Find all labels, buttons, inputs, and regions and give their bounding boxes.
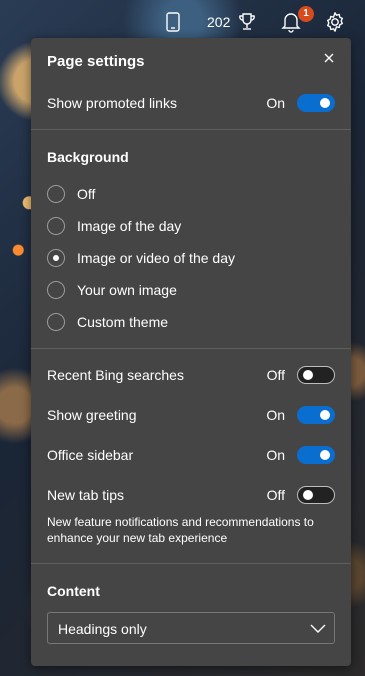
notification-badge: 1 [298, 6, 314, 22]
radio-label: Image of the day [77, 218, 182, 234]
panel-title: Page settings [47, 53, 145, 70]
recent-bing-searches-label: Recent Bing searches [47, 367, 184, 383]
recent-bing-searches-row: Recent Bing searches Off [47, 363, 335, 387]
radio-label: Image or video of the day [77, 250, 235, 266]
office-sidebar-label: Office sidebar [47, 447, 134, 463]
phone-icon[interactable] [166, 12, 180, 32]
background-option-custom-theme[interactable]: Custom theme [47, 313, 297, 335]
toggle-knob [303, 490, 313, 500]
rewards-points[interactable]: 202 [207, 14, 230, 30]
divider [31, 348, 351, 349]
office-sidebar-toggle[interactable] [297, 446, 335, 464]
background-option-image-or-video[interactable]: Image or video of the day [47, 249, 297, 271]
radio-button-selected[interactable] [47, 249, 65, 267]
show-greeting-row: Show greeting On [47, 403, 335, 427]
radio-button[interactable] [47, 313, 65, 331]
promoted-links-state: On [266, 95, 285, 111]
radio-label: Custom theme [77, 314, 169, 330]
show-greeting-state: On [266, 407, 285, 423]
new-tab-tips-row: New tab tips Off [47, 483, 335, 507]
page-settings-panel: Page settings Show promoted links On Bac… [31, 38, 351, 666]
show-greeting-toggle[interactable] [297, 406, 335, 424]
divider [31, 129, 351, 130]
background-section-title: Background [47, 149, 129, 165]
chevron-down-icon [310, 624, 326, 633]
show-greeting-label: Show greeting [47, 407, 137, 423]
toggle-knob [303, 370, 313, 380]
background-option-off[interactable]: Off [47, 185, 297, 207]
toggle-knob [320, 98, 330, 108]
recent-bing-searches-state: Off [266, 367, 285, 383]
new-tab-tips-label: New tab tips [47, 487, 125, 503]
radio-button[interactable] [47, 185, 65, 203]
toggle-knob [320, 450, 330, 460]
top-bar: 202 1 [0, 0, 365, 40]
new-tab-tips-state: Off [266, 487, 285, 503]
radio-label: Your own image [77, 282, 177, 298]
radio-button[interactable] [47, 281, 65, 299]
radio-button[interactable] [47, 217, 65, 235]
recent-bing-searches-toggle[interactable] [297, 366, 335, 384]
office-sidebar-state: On [266, 447, 285, 463]
content-select-value: Headings only [58, 621, 147, 637]
content-section-title: Content [47, 583, 100, 599]
trophy-icon[interactable] [238, 12, 256, 32]
promoted-links-toggle[interactable] [297, 94, 335, 112]
gear-icon[interactable] [324, 11, 346, 33]
close-icon[interactable] [321, 50, 337, 66]
promoted-links-row: Show promoted links On [47, 91, 335, 115]
divider [31, 563, 351, 564]
background-option-image-of-day[interactable]: Image of the day [47, 217, 297, 239]
background-option-own-image[interactable]: Your own image [47, 281, 297, 303]
new-tab-tips-toggle[interactable] [297, 486, 335, 504]
new-tab-tips-description: New feature notifications and recommenda… [47, 515, 314, 545]
toggle-knob [320, 410, 330, 420]
office-sidebar-row: Office sidebar On [47, 443, 335, 467]
radio-label: Off [77, 186, 96, 202]
content-select[interactable]: Headings only [47, 612, 335, 644]
promoted-links-label: Show promoted links [47, 95, 177, 111]
